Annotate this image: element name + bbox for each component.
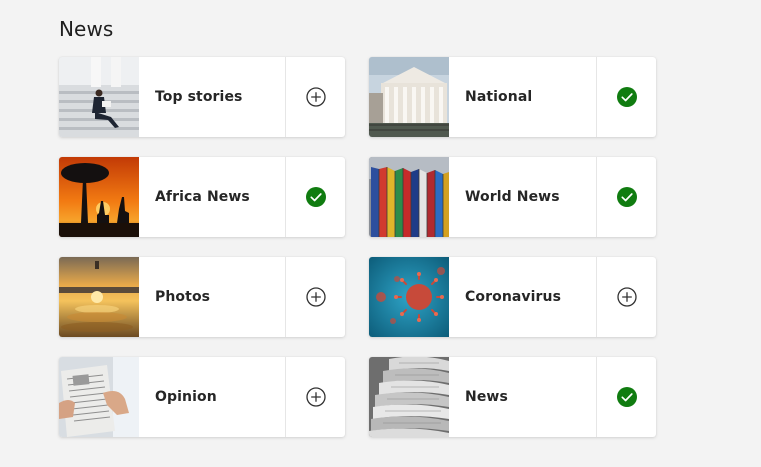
add-circle-icon[interactable] (305, 386, 327, 408)
checkmark-circle-icon[interactable] (616, 86, 638, 108)
section-title: News (59, 17, 114, 41)
news-thumbnail (369, 357, 449, 437)
topic-label: Opinion (155, 389, 217, 405)
photos-thumbnail (59, 257, 139, 337)
topic-card-top-stories[interactable]: Top stories (59, 57, 345, 137)
news-topics-grid: Top stories National Africa News World N… (59, 57, 656, 437)
topic-card-photos[interactable]: Photos (59, 257, 345, 337)
follow-toggle[interactable] (596, 357, 656, 437)
top-stories-thumbnail (59, 57, 139, 137)
topic-label: National (465, 89, 533, 105)
topic-label: News (465, 389, 508, 405)
follow-toggle[interactable] (596, 57, 656, 137)
follow-toggle[interactable] (596, 157, 656, 237)
national-thumbnail (369, 57, 449, 137)
topic-card-news[interactable]: News (369, 357, 656, 437)
follow-toggle[interactable] (285, 157, 345, 237)
world-news-thumbnail (369, 157, 449, 237)
checkmark-circle-icon[interactable] (305, 186, 327, 208)
follow-toggle[interactable] (285, 57, 345, 137)
add-circle-icon[interactable] (305, 86, 327, 108)
checkmark-circle-icon[interactable] (616, 386, 638, 408)
add-circle-icon[interactable] (616, 286, 638, 308)
topic-label: Top stories (155, 89, 243, 105)
follow-toggle[interactable] (285, 357, 345, 437)
topic-card-africa-news[interactable]: Africa News (59, 157, 345, 237)
checkmark-circle-icon[interactable] (616, 186, 638, 208)
topic-label: World News (465, 189, 560, 205)
topic-card-coronavirus[interactable]: Coronavirus (369, 257, 656, 337)
topic-card-national[interactable]: National (369, 57, 656, 137)
topic-card-world-news[interactable]: World News (369, 157, 656, 237)
add-circle-icon[interactable] (305, 286, 327, 308)
opinion-thumbnail (59, 357, 139, 437)
africa-news-thumbnail (59, 157, 139, 237)
topic-label: Africa News (155, 189, 250, 205)
topic-label: Coronavirus (465, 289, 562, 305)
follow-toggle[interactable] (285, 257, 345, 337)
topic-card-opinion[interactable]: Opinion (59, 357, 345, 437)
follow-toggle[interactable] (596, 257, 656, 337)
topic-label: Photos (155, 289, 211, 305)
coronavirus-thumbnail (369, 257, 449, 337)
